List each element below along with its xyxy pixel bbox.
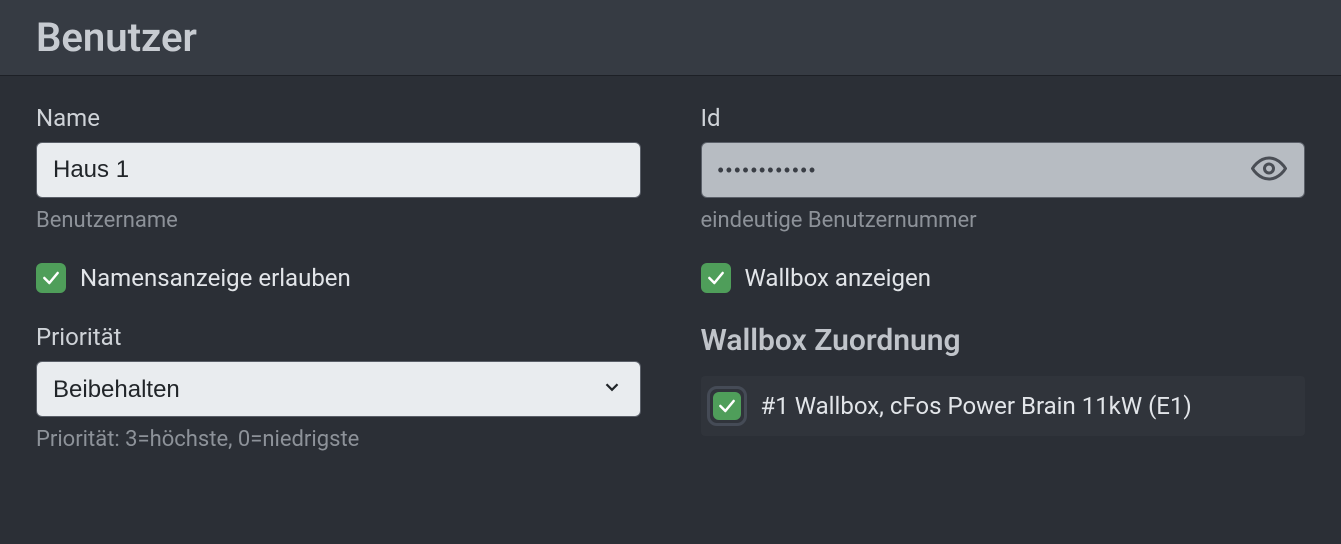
show-wallbox-row[interactable]: Wallbox anzeigen bbox=[701, 263, 1306, 293]
check-icon bbox=[717, 396, 737, 416]
name-label: Name bbox=[36, 104, 641, 132]
check-icon bbox=[41, 268, 61, 288]
allow-name-display-label: Namensanzeige erlauben bbox=[80, 264, 351, 292]
page-title: Benutzer bbox=[36, 14, 1305, 61]
check-icon bbox=[706, 268, 726, 288]
id-field-group: Id eindeutige Benutzernummer bbox=[701, 104, 1306, 233]
id-input[interactable] bbox=[701, 142, 1306, 198]
priority-label: Priorität bbox=[36, 323, 641, 351]
name-helper: Benutzername bbox=[36, 208, 641, 233]
id-input-wrap bbox=[701, 142, 1306, 198]
wallbox-assignment-row[interactable]: #1 Wallbox, cFos Power Brain 11kW (E1) bbox=[701, 376, 1306, 436]
wallbox-assignment-heading: Wallbox Zuordnung bbox=[701, 323, 1306, 358]
page-header: Benutzer bbox=[0, 0, 1341, 76]
left-column: Name Benutzername Namensanzeige erlauben… bbox=[36, 104, 641, 462]
priority-helper: Priorität: 3=höchste, 0=niedrigste bbox=[36, 427, 641, 452]
priority-select-wrap: Beibehalten bbox=[36, 361, 641, 417]
name-input[interactable] bbox=[36, 142, 641, 198]
id-helper: eindeutige Benutzernummer bbox=[701, 208, 1306, 233]
priority-select[interactable]: Beibehalten bbox=[36, 361, 641, 417]
wallbox-item-checkbox[interactable] bbox=[707, 386, 747, 426]
right-column: Id eindeutige Benutzernummer Wallbox anz… bbox=[701, 104, 1306, 462]
priority-field-group: Priorität Beibehalten Priorität: 3=höchs… bbox=[36, 323, 641, 452]
form-grid: Name Benutzername Namensanzeige erlauben… bbox=[0, 76, 1341, 490]
show-wallbox-checkbox[interactable] bbox=[701, 263, 731, 293]
wallbox-assignment-section: Wallbox Zuordnung #1 Wallbox, cFos Power… bbox=[701, 323, 1306, 436]
name-field-group: Name Benutzername bbox=[36, 104, 641, 233]
show-wallbox-label: Wallbox anzeigen bbox=[745, 264, 931, 292]
wallbox-item-label: #1 Wallbox, cFos Power Brain 11kW (E1) bbox=[761, 392, 1192, 420]
eye-icon bbox=[1251, 151, 1287, 187]
allow-name-display-checkbox[interactable] bbox=[36, 263, 66, 293]
toggle-visibility-button[interactable] bbox=[1247, 147, 1291, 194]
id-label: Id bbox=[701, 104, 1306, 132]
allow-name-display-row[interactable]: Namensanzeige erlauben bbox=[36, 263, 641, 293]
